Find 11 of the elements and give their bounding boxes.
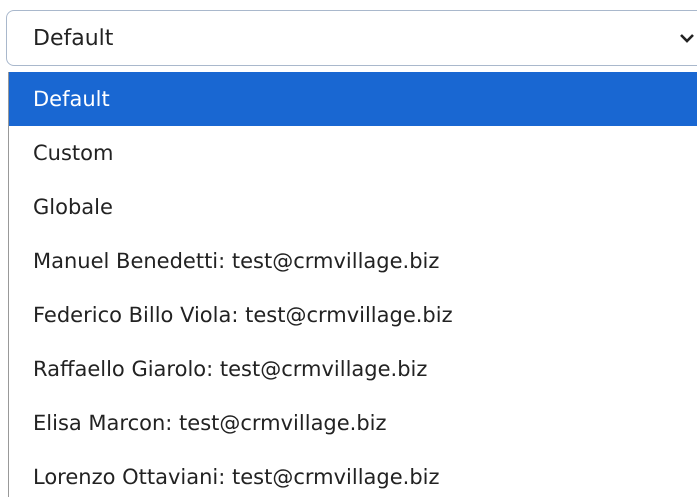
dropdown-option[interactable]: Custom — [9, 126, 697, 180]
dropdown-option[interactable]: Federico Billo Viola: test@crmvillage.biz — [9, 288, 697, 342]
dropdown-option[interactable]: Lorenzo Ottaviani: test@crmvillage.biz — [9, 450, 697, 497]
dropdown-option[interactable]: Elisa Marcon: test@crmvillage.biz — [9, 396, 697, 450]
dropdown-option[interactable]: Manuel Benedetti: test@crmvillage.biz — [9, 234, 697, 288]
select-value: Default — [33, 26, 114, 50]
dropdown-option[interactable]: Default — [9, 72, 697, 126]
chevron-down-icon — [679, 33, 695, 43]
dropdown-option[interactable]: Raffaello Giarolo: test@crmvillage.biz — [9, 342, 697, 396]
dropdown-option[interactable]: Globale — [9, 180, 697, 234]
select-field[interactable]: Default — [6, 10, 697, 66]
